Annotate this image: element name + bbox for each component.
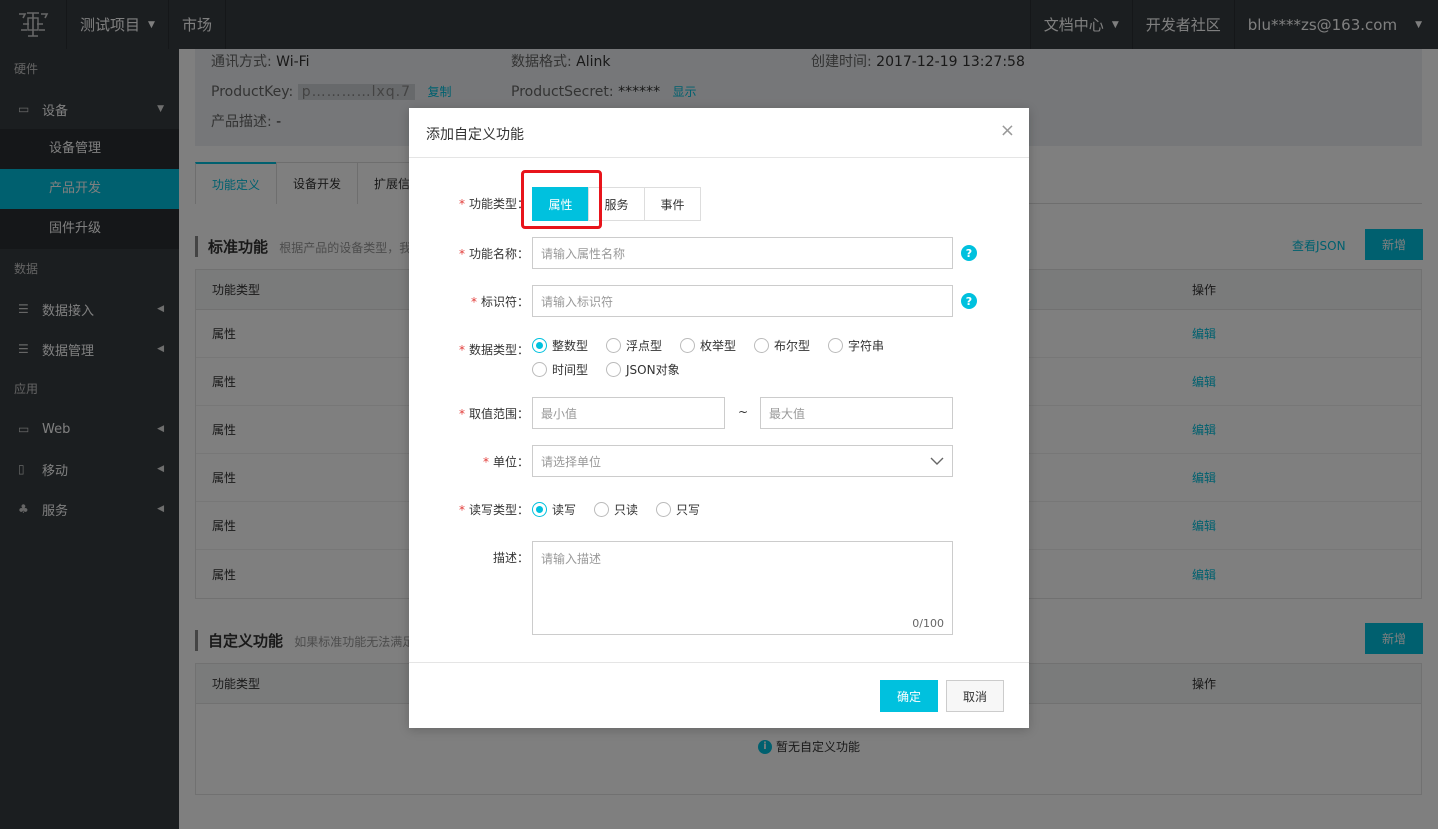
dialog-header: 添加自定义功能 ×	[409, 108, 1029, 158]
highlight-box	[521, 170, 602, 229]
radio-enum[interactable]: 枚举型	[680, 337, 736, 354]
desc-label: 描述：	[492, 551, 529, 565]
radio-dot	[754, 338, 769, 353]
identifier-input[interactable]: 请输入标识符	[532, 285, 953, 317]
help-icon[interactable]: ?	[961, 293, 977, 309]
range-separator: ~	[738, 405, 749, 419]
type-label: * 功能类型：	[458, 197, 529, 211]
type-option-event[interactable]: 事件	[644, 187, 701, 221]
unit-label: * 单位：	[482, 455, 529, 469]
name-label: * 功能名称：	[458, 247, 529, 261]
max-value-input[interactable]: 最大值	[760, 397, 953, 429]
confirm-button[interactable]: 确定	[880, 680, 938, 712]
radio-dot	[532, 502, 547, 517]
radio-dot	[532, 338, 547, 353]
chevron-down-icon	[930, 457, 944, 465]
char-counter: 0/100	[912, 617, 944, 630]
radio-string[interactable]: 字符串	[828, 337, 884, 354]
cancel-button[interactable]: 取消	[946, 680, 1004, 712]
radio-int[interactable]: 整数型	[532, 337, 588, 354]
radio-dot	[680, 338, 695, 353]
radio-dot	[606, 362, 621, 377]
radio-dot	[532, 362, 547, 377]
radio-bool[interactable]: 布尔型	[754, 337, 810, 354]
radio-time[interactable]: 时间型	[532, 361, 588, 378]
radio-float[interactable]: 浮点型	[606, 337, 662, 354]
radio-dot	[606, 338, 621, 353]
add-function-dialog: 添加自定义功能 × * 功能类型： 属性 服务 事件 * 功能名称： 请输入属性名称…	[409, 108, 1029, 728]
radio-readonly[interactable]: 只读	[594, 501, 638, 518]
function-name-input[interactable]: 请输入属性名称	[532, 237, 953, 269]
identifier-label: * 标识符：	[470, 295, 529, 309]
unit-placeholder: 请选择单位	[541, 454, 602, 469]
close-icon[interactable]: ×	[1000, 120, 1015, 141]
dialog-title: 添加自定义功能	[426, 127, 524, 143]
desc-placeholder: 请输入描述	[541, 552, 602, 566]
radio-dot	[828, 338, 843, 353]
min-value-input[interactable]: 最小值	[532, 397, 725, 429]
rw-label: * 读写类型：	[458, 503, 529, 517]
range-label: * 取值范围：	[458, 407, 529, 421]
unit-select[interactable]: 请选择单位	[532, 445, 953, 477]
description-textarea[interactable]: 请输入描述 0/100	[532, 541, 953, 635]
radio-rw[interactable]: 读写	[532, 501, 576, 518]
radio-dot	[656, 502, 671, 517]
radio-dot	[594, 502, 609, 517]
data-type-label: * 数据类型：	[458, 343, 529, 357]
radio-json[interactable]: JSON对象	[606, 361, 680, 378]
help-icon[interactable]: ?	[961, 245, 977, 261]
radio-writeonly[interactable]: 只写	[656, 501, 700, 518]
